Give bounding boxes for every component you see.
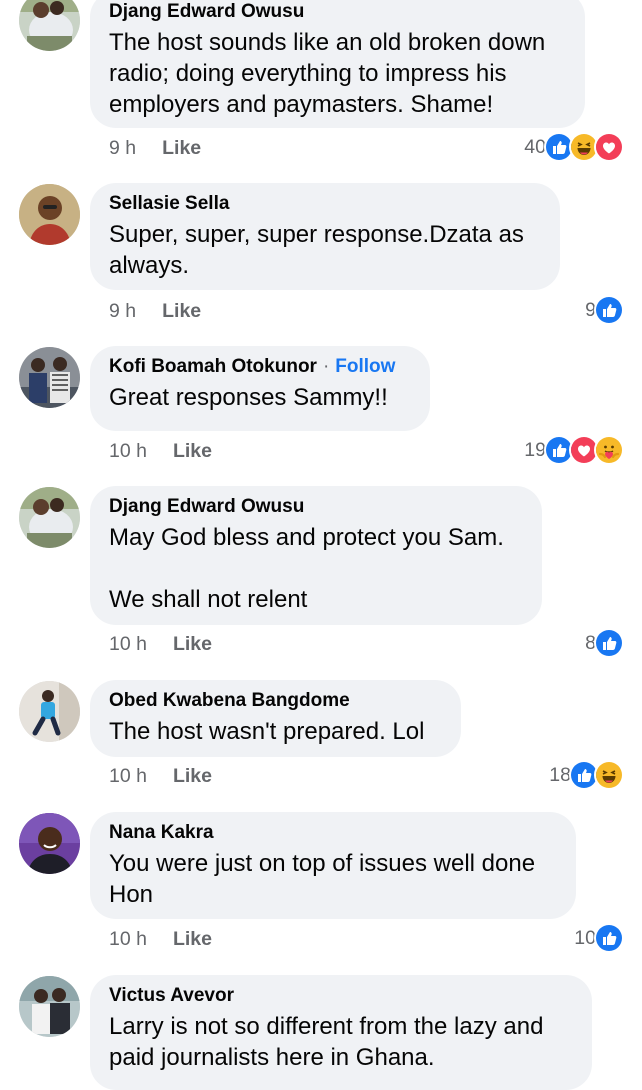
reaction-count: 40	[524, 135, 546, 158]
like-button[interactable]: Like	[173, 765, 212, 787]
comment-timestamp[interactable]: 10 h	[109, 928, 147, 950]
comment-bubble: Nana Kakra You were just on top of issue…	[90, 812, 576, 919]
comment-text: Super, super, super response.Dzata as al…	[109, 221, 524, 279]
like-button[interactable]: Like	[173, 928, 212, 950]
avatar[interactable]	[19, 976, 80, 1037]
comment-timestamp[interactable]: 9 h	[109, 300, 136, 322]
avatar[interactable]	[19, 347, 80, 408]
love-icon	[594, 132, 624, 162]
like-button[interactable]: Like	[173, 440, 212, 462]
comment-bubble: Kofi Boamah Otokunor · Follow Great respon…	[90, 346, 430, 431]
comment-text: Great responses Sammy!!	[109, 384, 388, 411]
avatar[interactable]	[19, 0, 80, 51]
comment-author[interactable]: Kofi Boamah Otokunor	[109, 356, 317, 377]
avatar[interactable]	[19, 487, 80, 548]
comment-text: You were just on top of issues well done…	[109, 850, 536, 908]
avatar[interactable]	[19, 813, 80, 874]
comment-meta: 9 h Like	[109, 136, 201, 160]
comment-bubble: Djang Edward Owusu May God bless and pro…	[90, 486, 542, 625]
like-icon	[594, 923, 624, 953]
reaction-summary[interactable]: 18	[549, 760, 624, 790]
comment-text: May God bless and protect you Sam. We sh…	[109, 524, 504, 613]
comment-meta: 10 h Like	[109, 632, 212, 656]
comment-timestamp[interactable]: 10 h	[109, 440, 147, 462]
separator-dot: ·	[322, 356, 330, 377]
reaction-count: 18	[549, 763, 571, 786]
like-icon	[594, 628, 624, 658]
comment-text: The host sounds like an old broken down …	[109, 29, 546, 118]
follow-link[interactable]: Follow	[335, 356, 395, 377]
comment-author[interactable]: Obed Kwabena Bangdome	[109, 690, 350, 711]
comment-meta: 9 h Like	[109, 299, 201, 323]
like-button[interactable]: Like	[173, 633, 212, 655]
comment-timestamp[interactable]: 9 h	[109, 137, 136, 159]
like-icon	[594, 295, 624, 325]
reaction-summary[interactable]: 9	[585, 295, 624, 325]
comment-author[interactable]: Sellasie Sella	[109, 193, 229, 214]
like-button[interactable]: Like	[162, 137, 201, 159]
haha-icon	[594, 760, 624, 790]
reaction-summary[interactable]: 8	[585, 628, 624, 658]
reaction-summary[interactable]: 19	[524, 435, 624, 465]
comment-bubble: Obed Kwabena Bangdome The host wasn't pr…	[90, 680, 461, 757]
care-icon	[594, 435, 624, 465]
like-button[interactable]: Like	[162, 300, 201, 322]
comment-timestamp[interactable]: 10 h	[109, 765, 147, 787]
comment-text: The host wasn't prepared. Lol	[109, 718, 425, 745]
reaction-count: 19	[524, 438, 546, 461]
comment-author[interactable]: Djang Edward Owusu	[109, 496, 304, 517]
reaction-summary[interactable]: 40	[524, 132, 624, 162]
comment-meta: 10 h Like	[109, 927, 212, 951]
comment-author[interactable]: Nana Kakra	[109, 822, 214, 843]
comment-timestamp[interactable]: 10 h	[109, 633, 147, 655]
comment-author[interactable]: Djang Edward Owusu	[109, 1, 304, 22]
comment-meta: 10 h Like	[109, 764, 212, 788]
avatar[interactable]	[19, 184, 80, 245]
comment-bubble: Sellasie Sella Super, super, super respo…	[90, 183, 560, 290]
reaction-summary[interactable]: 10	[574, 923, 624, 953]
comment-bubble: Djang Edward Owusu The host sounds like …	[90, 0, 585, 128]
comment-text: Larry is not so different from the lazy …	[109, 1013, 544, 1071]
comment-author[interactable]: Victus Avevor	[109, 985, 234, 1006]
comment-meta: 10 h Like	[109, 439, 212, 463]
avatar[interactable]	[19, 681, 80, 742]
reaction-count: 10	[574, 926, 596, 949]
comment-bubble: Victus Avevor Larry is not so different …	[90, 975, 592, 1090]
